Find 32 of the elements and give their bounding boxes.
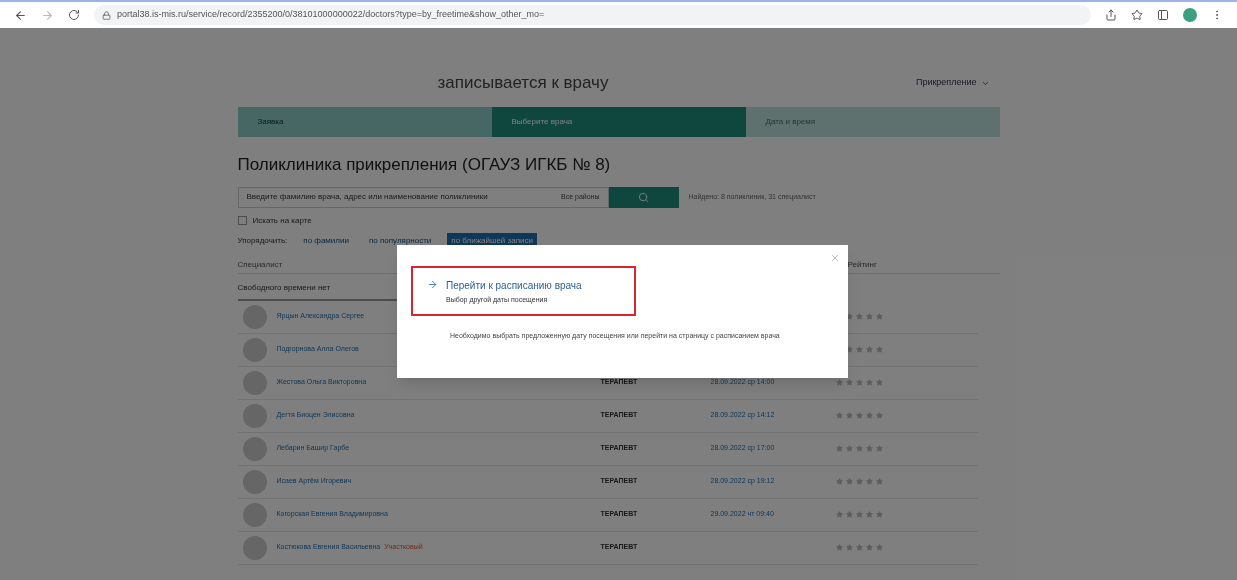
schedule-link[interactable]: Перейти к расписанию врача	[446, 278, 582, 293]
avatar	[242, 337, 267, 362]
profile-avatar[interactable]	[1183, 8, 1197, 22]
search-icon	[638, 191, 649, 203]
avatar	[242, 370, 267, 395]
reload-icon[interactable]	[68, 9, 80, 21]
avatar	[242, 469, 267, 494]
step-tab[interactable]: Выберите врача	[491, 107, 746, 137]
column-header: Рейтинг	[847, 258, 877, 271]
avatar	[242, 535, 267, 560]
clinic-heading: Поликлиника прикрепления (ОГАУЗ ИГКБ № 8)	[237, 154, 612, 176]
page-title: записывается к врачу	[437, 72, 609, 95]
step-tab[interactable]: Заявка	[237, 107, 492, 137]
sort-label: Упорядочить:	[237, 234, 288, 247]
sort-option[interactable]: по фамилии	[299, 232, 353, 249]
avatar	[242, 436, 267, 461]
back-icon[interactable]	[14, 8, 27, 22]
checkbox-label: Искать на карте	[252, 214, 312, 227]
lock-icon	[102, 10, 111, 20]
avatar	[242, 403, 267, 428]
sort-option[interactable]: по популярности	[364, 232, 436, 249]
bookmark-icon[interactable]	[1131, 9, 1143, 21]
address-bar[interactable]: portal38.is-mis.ru/service/record/2355200/0/38101000000022/doctors?type=by_freetime&show_other_mo=	[94, 5, 1091, 25]
column-header: Специалист	[237, 258, 284, 271]
avatar	[242, 502, 267, 527]
share-icon[interactable]	[1105, 9, 1117, 21]
search-button[interactable]	[608, 186, 679, 208]
arrow-icon	[427, 279, 438, 290]
account-dropdown[interactable]: Прикрепление	[915, 76, 990, 90]
avatar	[242, 304, 267, 329]
map-checkbox[interactable]	[237, 216, 247, 225]
side-panel-icon[interactable]	[1157, 9, 1169, 21]
